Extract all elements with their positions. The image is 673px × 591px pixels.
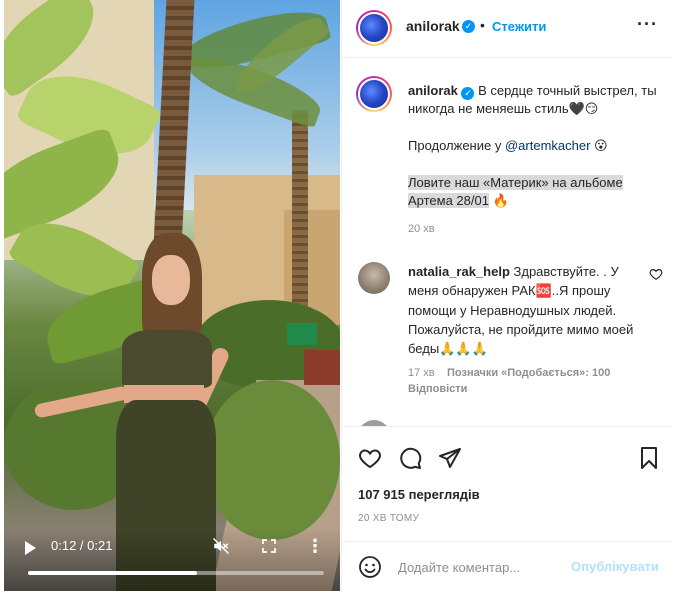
video-player[interactable] bbox=[4, 0, 340, 591]
publish-button[interactable]: Опублікувати bbox=[571, 559, 659, 574]
video-progress-bar[interactable] bbox=[28, 571, 324, 575]
heart-icon[interactable] bbox=[358, 446, 382, 470]
caption-username[interactable]: anilorak bbox=[408, 83, 458, 98]
emoji-icon[interactable] bbox=[358, 555, 382, 579]
avatar-image bbox=[358, 12, 390, 44]
comment-icon[interactable] bbox=[398, 446, 422, 470]
separator-dot: • bbox=[480, 17, 485, 33]
video-progress-fill bbox=[28, 571, 197, 575]
post-actions: 107 915 переглядів 20 ХВ ТОМУ bbox=[342, 426, 673, 536]
caption-avatar[interactable] bbox=[356, 76, 392, 112]
comment-input[interactable] bbox=[398, 556, 578, 578]
video-controls: 0:12 / 0:21 ⋮ bbox=[4, 528, 340, 591]
comments-list: anilorak ✓ В сердце точный выстрел, ты н… bbox=[342, 58, 673, 426]
mute-icon[interactable] bbox=[212, 537, 230, 555]
comment-like-icon[interactable] bbox=[649, 267, 663, 281]
more-options-icon[interactable]: ··· bbox=[637, 14, 658, 35]
caption-line-2: Продолжение у bbox=[408, 138, 505, 153]
green-sign bbox=[287, 323, 317, 345]
video-time: 0:12 / 0:21 bbox=[51, 538, 113, 553]
follow-button[interactable]: Стежити bbox=[492, 19, 546, 34]
woman-face bbox=[152, 255, 190, 305]
caption: anilorak ✓ В сердце точный выстрел, ты н… bbox=[408, 82, 658, 211]
play-icon[interactable] bbox=[25, 541, 36, 555]
bookmark-icon[interactable] bbox=[637, 446, 661, 470]
post-header: anilorak ✓ • Стежити ··· bbox=[342, 0, 673, 58]
more-vertical-icon[interactable]: ⋮ bbox=[306, 537, 324, 555]
comment-composer: Опублікувати bbox=[342, 541, 673, 591]
post-sidebar: anilorak ✓ • Стежити ··· anilorak ✓ В се… bbox=[341, 0, 673, 591]
reply-button[interactable]: Відповісти bbox=[408, 383, 467, 395]
share-icon[interactable] bbox=[438, 446, 462, 470]
caption-emoji-2: 😮 bbox=[594, 139, 608, 154]
woman-top bbox=[122, 330, 212, 388]
fullscreen-icon[interactable] bbox=[261, 538, 277, 554]
comment-username[interactable]: natalia_rak_help bbox=[408, 264, 510, 279]
caption-emoji-3: 🔥 bbox=[492, 194, 509, 209]
fountain bbox=[304, 350, 340, 385]
post-time[interactable]: 20 ХВ ТОМУ bbox=[358, 513, 419, 524]
comment-avatar[interactable] bbox=[358, 262, 390, 294]
comment-likes[interactable]: Позначки «Подобається»: 100 bbox=[447, 367, 610, 379]
avatar-image bbox=[358, 78, 390, 110]
mention-link[interactable]: @artemkacher bbox=[505, 138, 590, 153]
avatar[interactable] bbox=[356, 10, 392, 46]
comment: natalia_rak_help Здравствуйте. . У меня … bbox=[408, 262, 643, 359]
caption-line-3: Ловите наш «Материк» на альбоме Артема 2… bbox=[408, 175, 623, 208]
caption-time[interactable]: 20 хв bbox=[408, 223, 435, 235]
verified-icon: ✓ bbox=[462, 20, 475, 33]
verified-icon: ✓ bbox=[461, 87, 475, 100]
instagram-post: 0:12 / 0:21 ⋮ anilorak ✓ • Стежити ··· a… bbox=[0, 0, 673, 591]
shrub bbox=[204, 380, 340, 540]
sos-icon: 🆘 bbox=[535, 284, 552, 299]
comment-emoji: 🙏🙏🙏 bbox=[439, 342, 488, 357]
comment-time[interactable]: 17 хв bbox=[408, 367, 435, 379]
caption-emoji-1: 🖤😏 bbox=[568, 102, 599, 117]
header-username[interactable]: anilorak bbox=[406, 18, 460, 34]
view-count[interactable]: 107 915 переглядів bbox=[358, 487, 480, 502]
